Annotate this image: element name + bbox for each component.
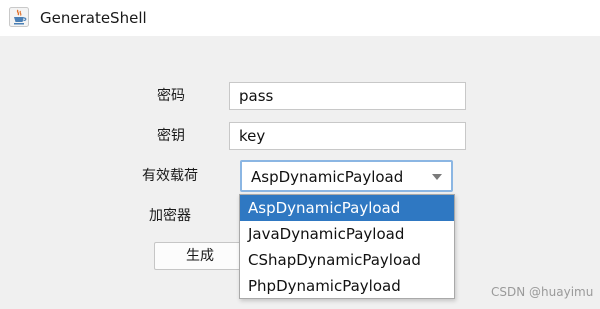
secret-key-field[interactable]: key [229,122,466,150]
payload-selected-value: AspDynamicPayload [251,168,404,186]
java-cup-icon [9,7,29,27]
payload-option[interactable]: JavaDynamicPayload [240,221,454,247]
password-label: 密码 [157,88,185,104]
encryptor-label: 加密器 [149,208,191,224]
payload-option[interactable]: AspDynamicPayload [240,195,454,221]
payload-option[interactable]: PhpDynamicPayload [240,273,454,299]
window-title: GenerateShell [40,9,147,27]
watermark-text: CSDN @huayimu [491,285,594,299]
password-field[interactable]: pass [229,82,466,110]
payload-label: 有效载荷 [142,168,198,184]
chevron-down-icon[interactable] [431,173,443,181]
title-bar: GenerateShell [0,0,600,36]
generate-button[interactable]: 生成 [154,242,246,270]
secret-key-label: 密钥 [157,128,185,144]
payload-dropdown[interactable]: AspDynamicPayload [240,160,453,192]
payload-option[interactable]: CShapDynamicPayload [240,247,454,273]
payload-options-popup: AspDynamicPayload JavaDynamicPayload CSh… [239,194,455,299]
